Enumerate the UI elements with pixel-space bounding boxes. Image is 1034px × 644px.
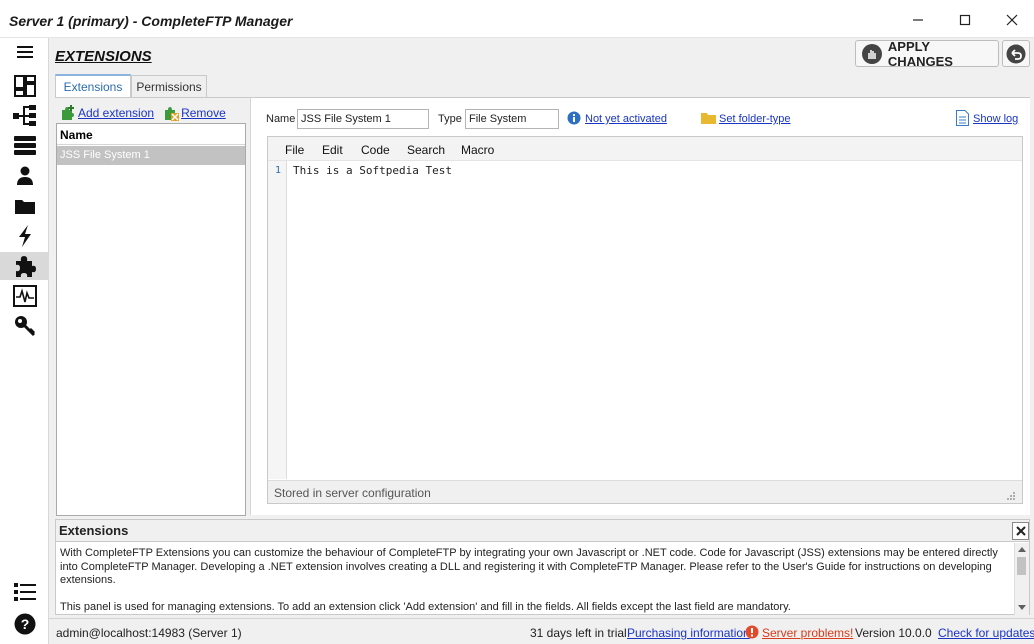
svg-text:?: ? xyxy=(20,616,29,632)
connection-status: admin@localhost:14983 (Server 1) xyxy=(56,626,242,640)
server-icon xyxy=(13,136,36,155)
activation-link[interactable]: Not yet activated xyxy=(585,113,667,125)
purchasing-link[interactable]: Purchasing information xyxy=(627,626,750,640)
list-icon xyxy=(13,583,36,601)
info-panel: Extensions With CompleteFTP Extensions y… xyxy=(55,519,1030,615)
maximize-button[interactable] xyxy=(945,8,985,32)
user-icon xyxy=(16,166,33,185)
scroll-down-icon[interactable] xyxy=(1018,605,1026,611)
sidebar-item-dashboard[interactable] xyxy=(7,72,42,100)
sidebar-item-servers[interactable] xyxy=(7,132,42,160)
trial-status: 31 days left in trial xyxy=(530,626,627,640)
menu-code[interactable]: Code xyxy=(361,143,390,157)
info-panel-title: Extensions xyxy=(59,523,129,538)
server-problems-link[interactable]: Server problems! xyxy=(762,626,853,640)
sidebar-item-events[interactable] xyxy=(7,222,42,250)
dashboard-icon xyxy=(13,75,36,97)
puzzle-icon xyxy=(15,256,36,277)
list-item[interactable]: JSS File System 1 xyxy=(57,146,245,165)
minimize-button[interactable] xyxy=(898,8,938,32)
info-panel-scrollbar[interactable] xyxy=(1014,543,1029,615)
editor-menubar: File Edit Code Search Macro xyxy=(268,137,1022,161)
undo-icon xyxy=(1006,44,1026,63)
sidebar-item-folders[interactable] xyxy=(7,192,42,220)
minimize-icon xyxy=(913,19,923,21)
warning-icon xyxy=(745,625,759,639)
folder-icon xyxy=(14,200,35,214)
lightning-icon xyxy=(18,225,31,247)
hamburger-icon xyxy=(16,46,33,58)
add-extension-link[interactable]: Add extension xyxy=(78,106,154,120)
scroll-thumb[interactable] xyxy=(1017,557,1026,575)
info-panel-close-button[interactable] xyxy=(1012,522,1029,540)
set-folder-type-link[interactable]: Set folder-type xyxy=(719,113,791,125)
sidebar-item-monitoring[interactable] xyxy=(7,282,42,310)
close-button[interactable] xyxy=(992,8,1032,32)
page-title: EXTENSIONS xyxy=(55,48,152,65)
remove-extension-link[interactable]: Remove xyxy=(181,106,226,120)
info-panel-text: With CompleteFTP Extensions you can cust… xyxy=(60,547,1005,614)
sidebar: ? xyxy=(0,38,49,644)
sidebar-item-extensions[interactable] xyxy=(0,252,49,280)
close-icon xyxy=(1006,14,1018,26)
line-number: 1 xyxy=(275,165,282,176)
menu-file[interactable]: File xyxy=(285,143,304,157)
page-header: EXTENSIONS APPLY CHANGES xyxy=(49,38,1034,70)
help-icon: ? xyxy=(14,613,35,635)
maximize-icon xyxy=(959,14,971,26)
type-label: Type xyxy=(438,113,462,125)
sidebar-item-users[interactable] xyxy=(7,162,42,190)
editor-status-text: Stored in server configuration xyxy=(274,486,431,500)
tab-extensions[interactable]: Extensions xyxy=(55,74,131,98)
resize-grip-icon[interactable] xyxy=(1006,491,1016,501)
sidebar-item-menu[interactable] xyxy=(7,38,42,66)
check-updates-link[interactable]: Check for updates xyxy=(938,626,1034,640)
sidebar-item-help[interactable]: ? xyxy=(7,610,42,638)
list-header-name[interactable]: Name xyxy=(57,124,245,145)
status-bar: admin@localhost:14983 (Server 1) 31 days… xyxy=(49,618,1034,644)
tab-permissions[interactable]: Permissions xyxy=(131,75,207,98)
extensions-content: Add extension Remove Name JSS File Syste… xyxy=(55,97,1030,516)
scroll-up-icon[interactable] xyxy=(1018,546,1026,552)
close-icon xyxy=(1015,526,1026,536)
info-paragraph: With CompleteFTP Extensions you can cust… xyxy=(60,547,998,586)
folder-type-icon xyxy=(701,113,716,124)
hand-icon xyxy=(862,43,882,64)
menu-edit[interactable]: Edit xyxy=(322,143,343,157)
main-area: EXTENSIONS APPLY CHANGES Extensions Perm… xyxy=(49,38,1034,618)
list-toolbar: Add extension Remove xyxy=(60,105,226,121)
info-icon xyxy=(567,111,581,125)
code-editor: File Edit Code Search Macro 1 This is a … xyxy=(267,136,1023,504)
remove-extension-icon xyxy=(163,105,180,121)
key-icon xyxy=(14,316,35,337)
monitor-icon xyxy=(12,285,37,307)
apply-changes-button[interactable]: APPLY CHANGES xyxy=(855,38,999,69)
menu-macro[interactable]: Macro xyxy=(461,143,494,157)
sidebar-item-sites[interactable] xyxy=(7,102,42,130)
type-field[interactable]: File System xyxy=(465,109,559,129)
editor-statusbar: Stored in server configuration xyxy=(268,480,1022,503)
show-log-link[interactable]: Show log xyxy=(973,113,1018,125)
line-gutter xyxy=(268,161,287,479)
sidebar-item-security[interactable] xyxy=(7,312,42,340)
name-label: Name xyxy=(266,113,296,125)
title-bar: Server 1 (primary) - CompleteFTP Manager xyxy=(0,0,1034,38)
info-panel-header: Extensions xyxy=(56,520,1029,542)
network-icon xyxy=(12,105,36,126)
add-extension-icon xyxy=(60,105,76,121)
version-text: Version 10.0.0 xyxy=(855,626,932,640)
name-field[interactable]: JSS File System 1 xyxy=(297,109,429,129)
sidebar-item-list[interactable] xyxy=(7,578,42,606)
extension-details: Name JSS File System 1 Type File System … xyxy=(250,98,1030,515)
code-text[interactable]: This is a Softpedia Test xyxy=(293,164,452,177)
window-title: Server 1 (primary) - CompleteFTP Manager xyxy=(9,13,293,29)
log-icon xyxy=(956,110,969,126)
menu-search[interactable]: Search xyxy=(407,143,445,157)
apply-changes-label: APPLY CHANGES xyxy=(887,38,953,69)
undo-button[interactable] xyxy=(1002,40,1030,67)
info-paragraph: This panel is used for managing extensio… xyxy=(60,600,791,613)
extensions-list: Name JSS File System 1 xyxy=(56,123,246,516)
